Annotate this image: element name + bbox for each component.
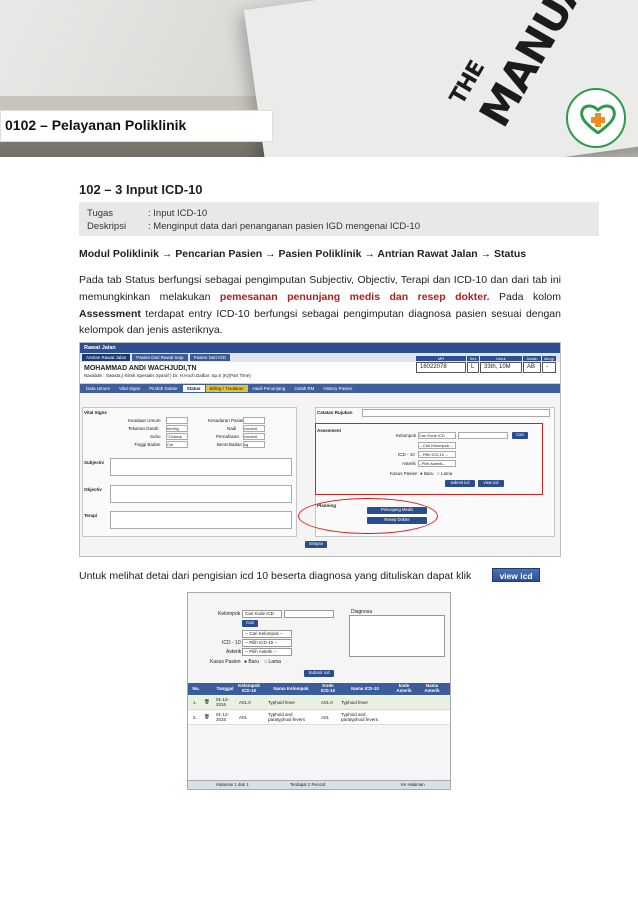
- berat-badan-input[interactable]: kg: [243, 441, 265, 448]
- tab-pindah-dokter[interactable]: Pindah Dokter: [145, 385, 182, 392]
- ss2-pager: Halaman 1 dari 1 Terdapat 2 Record Ke Ha…: [188, 780, 450, 789]
- tab-antrian-rawat-jalan[interactable]: Antrian Rawat Jalan: [82, 354, 131, 361]
- pernafasan-input[interactable]: x/menit: [243, 433, 265, 440]
- ss2-pilih-asterik-select[interactable]: -- Pilih Asterik --: [242, 648, 292, 656]
- ss1-status-tabs: Data Umum Vital Signs Pindah Dokter Stat…: [80, 384, 560, 393]
- planning-highlight: [298, 498, 438, 534]
- table-row[interactable]: 1. 🗑 01-12-2016 A01.0 Typhoid fever A01.…: [188, 696, 450, 710]
- terapi-textarea[interactable]: [110, 511, 292, 529]
- objectiv-label: Objectiv: [84, 487, 102, 492]
- pager-ke-halaman: Ke Halaman: [401, 782, 425, 787]
- section-title: 0102 – Pelayanan Poliklinik: [5, 117, 187, 133]
- ss2-cari-kode-input[interactable]: [284, 610, 334, 618]
- hospital-logo: [566, 88, 626, 148]
- ss2-diagnosa-textarea[interactable]: [349, 615, 445, 657]
- ss2-radio-baru[interactable]: ● Baru: [244, 659, 259, 665]
- subjectiv-label: Subjectiv: [84, 460, 105, 465]
- heart-cross-icon: [580, 104, 616, 134]
- tab-hasil-penunjang[interactable]: Hasil Penunjang: [249, 385, 290, 392]
- task-box: Tugas : Input ICD-10 Deskripsi : Menginp…: [79, 202, 599, 236]
- info-darah: AB: [523, 362, 541, 373]
- page-heading: 102 – 3 Input ICD-10: [79, 182, 203, 197]
- ss2-cari-button[interactable]: Cari: [242, 620, 258, 627]
- ss2-radio-lama[interactable]: ○ Lama: [264, 659, 281, 665]
- catatan-rujukan-input[interactable]: [362, 409, 550, 417]
- tugas-value: : Input ICD-10: [148, 208, 208, 219]
- pager-record: Terdapat 2 Record: [290, 782, 326, 787]
- patient-info: 16022078 L 33th, 10M AB -: [416, 362, 556, 373]
- tekanan-darah-input[interactable]: mmHg: [166, 425, 188, 432]
- info-alergi: -: [542, 362, 556, 373]
- suhu-input[interactable]: °Celcius: [166, 433, 188, 440]
- trash-icon[interactable]: 🗑: [204, 699, 210, 705]
- ss2-cari-kode-select[interactable]: Cari Kode ICD: [242, 610, 282, 618]
- tab-data-umum[interactable]: Data Umum: [82, 385, 114, 392]
- pager-halaman: Halaman 1 dari 1: [216, 782, 249, 787]
- tab-vital-signs[interactable]: Vital Signs: [115, 385, 144, 392]
- simpan-button[interactable]: Simpan: [305, 541, 327, 548]
- ss2-pilih-icd10-select[interactable]: -- Pilih ICD-10 --: [242, 639, 292, 647]
- terapi-label: Terapi: [84, 513, 98, 518]
- tab-status[interactable]: Status: [182, 385, 205, 392]
- deskripsi-value: : Menginput data dari penanganan pasien …: [148, 221, 420, 232]
- tab-billing[interactable]: Billing / Tindakan: [205, 385, 248, 392]
- objectiv-textarea[interactable]: [110, 485, 292, 503]
- info-umur: 33th, 10M: [480, 362, 522, 373]
- ss1-title: Rawat Jalan: [80, 343, 560, 353]
- deskripsi-label: Deskripsi: [87, 221, 127, 232]
- table-row[interactable]: 2. 🗑 01-12-2016 A01 Typhoid and paratyph…: [188, 711, 450, 725]
- tugas-label: Tugas: [87, 208, 114, 219]
- assessment-highlight: [315, 423, 543, 495]
- description-paragraph: Pada tab Status berfungsi sebagai pengim…: [79, 274, 561, 337]
- subjectiv-textarea[interactable]: [110, 458, 292, 476]
- module-path: Modul Poliklinik → Pencarian Pasien → Pa…: [79, 248, 527, 260]
- info-sex: L: [467, 362, 479, 373]
- ss2-submit-icd-button[interactable]: Submit icd: [304, 670, 334, 677]
- tab-pasien-rawat-inap[interactable]: Pasien Dari Rawat Inap: [132, 354, 188, 361]
- keadaan-umum-input[interactable]: [166, 417, 188, 424]
- ss2-cari-kelompok-select[interactable]: -- Cari Kelompok --: [242, 630, 292, 638]
- nadi-input[interactable]: x/menit: [243, 425, 265, 432]
- tab-pasien-igd[interactable]: Pasien Dari IGD: [189, 354, 231, 361]
- kesadaran-input[interactable]: [243, 417, 265, 424]
- section-title-box: 0102 – Pelayanan Poliklinik: [0, 110, 273, 142]
- ss2-table-header: No. Tanggal Kelompok ICD-10 Nama Kelompo…: [188, 683, 450, 695]
- patient-insurance: Nasabah : Swasta,( Klinik Spesialis Syar…: [84, 373, 251, 378]
- catatan-rujukan-label: Catatan Rujukan: [317, 410, 353, 415]
- view-icd-instruction: Untuk melihat detai dari pengisian icd 1…: [79, 570, 472, 582]
- trash-icon[interactable]: 🗑: [204, 714, 210, 720]
- info-headers: MR Sex Umur Darah Alergi: [416, 356, 556, 361]
- view-icd-screenshot: Kelompok Cari Kode ICD Cari -- Cari Kelo…: [187, 592, 451, 790]
- view-icd-button[interactable]: view icd: [492, 568, 540, 582]
- tinggi-badan-input[interactable]: Cm: [166, 441, 188, 448]
- tab-cetak-rm[interactable]: Cetak RM: [290, 385, 318, 392]
- info-mr: 16022078: [416, 362, 466, 373]
- vital-signs-label: Vital Signs: [84, 410, 107, 415]
- header-banner: THE MANUAL 0102 – Pelayanan Poliklinik: [0, 0, 638, 157]
- tab-history-pasien[interactable]: History Pasien: [319, 385, 356, 392]
- status-screenshot: Rawat Jalan Antrian Rawat Jalan Pasien D…: [79, 342, 561, 557]
